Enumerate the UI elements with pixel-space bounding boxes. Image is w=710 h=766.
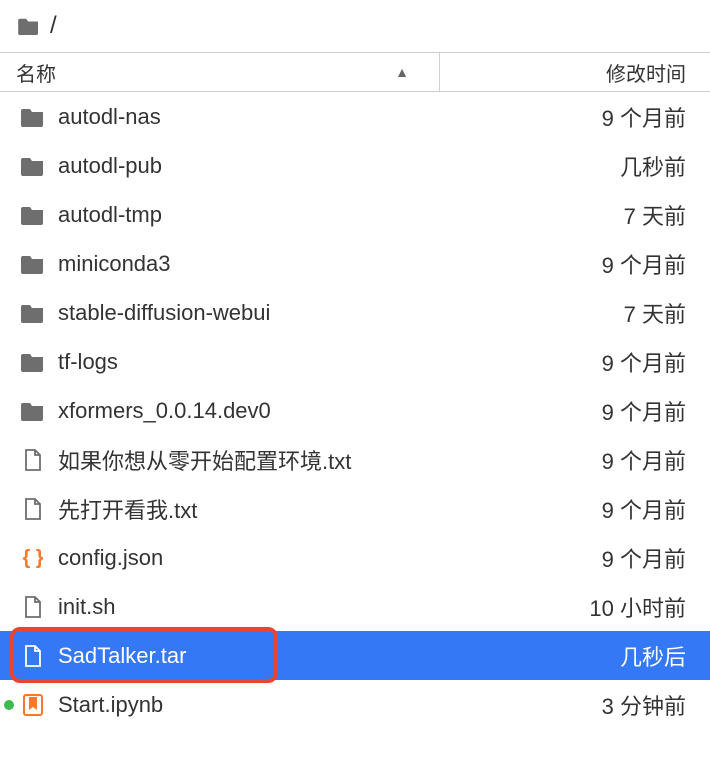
file-row[interactable]: Start.ipynb3 分钟前 [0,680,710,729]
file-row[interactable]: autodl-nas9 个月前 [0,92,710,141]
file-modified-time: 9 个月前 [590,444,686,476]
file-name: 如果你想从零开始配置环境.txt [58,444,590,476]
status-running-icon [4,700,14,710]
file-modified-time: 几秒前 [608,150,686,182]
file-icon [20,594,46,620]
folder-icon [20,251,46,277]
file-icon [20,447,46,473]
file-modified-time: 9 个月前 [590,346,686,378]
folder-icon [20,398,46,424]
file-row[interactable]: autodl-tmp7 天前 [0,190,710,239]
file-row[interactable]: SadTalker.tar几秒后 [0,631,710,680]
column-header-modified[interactable]: 修改时间 [440,53,710,91]
file-row[interactable]: autodl-pub几秒前 [0,141,710,190]
file-name: SadTalker.tar [58,643,608,669]
svg-text:{ }: { } [22,547,43,569]
breadcrumb: / [0,0,710,52]
file-modified-time: 7 天前 [612,199,686,231]
file-row[interactable]: init.sh10 小时前 [0,582,710,631]
file-modified-time: 9 个月前 [590,395,686,427]
file-name: 先打开看我.txt [58,493,590,525]
file-name: xformers_0.0.14.dev0 [58,398,590,424]
file-icon [20,643,46,669]
file-modified-time: 9 个月前 [590,493,686,525]
file-row[interactable]: stable-diffusion-webui7 天前 [0,288,710,337]
file-row[interactable]: xformers_0.0.14.dev09 个月前 [0,386,710,435]
breadcrumb-path[interactable]: / [50,12,57,40]
file-name: stable-diffusion-webui [58,300,612,326]
folder-icon [20,104,46,130]
folder-icon [20,349,46,375]
file-modified-time: 几秒后 [608,640,686,672]
sort-ascending-icon: ▲ [395,64,409,80]
folder-icon [18,17,40,35]
file-name: miniconda3 [58,251,590,277]
file-modified-time: 10 小时前 [577,591,686,623]
file-row[interactable]: 如果你想从零开始配置环境.txt9 个月前 [0,435,710,484]
folder-icon [20,153,46,179]
file-name: config.json [58,545,590,571]
file-modified-time: 9 个月前 [590,542,686,574]
file-row[interactable]: miniconda39 个月前 [0,239,710,288]
file-name: autodl-pub [58,153,608,179]
file-row[interactable]: { } config.json9 个月前 [0,533,710,582]
file-name: init.sh [58,594,577,620]
table-header: 名称 ▲ 修改时间 [0,52,710,92]
file-name: autodl-tmp [58,202,612,228]
file-modified-time: 9 个月前 [590,248,686,280]
column-header-name[interactable]: 名称 ▲ [0,53,440,91]
file-row[interactable]: 先打开看我.txt9 个月前 [0,484,710,533]
file-icon [20,496,46,522]
file-name: autodl-nas [58,104,590,130]
file-row[interactable]: tf-logs9 个月前 [0,337,710,386]
file-modified-time: 7 天前 [612,297,686,329]
folder-icon [20,202,46,228]
file-list: autodl-nas9 个月前autodl-pub几秒前autodl-tmp7 … [0,92,710,729]
file-name: Start.ipynb [58,692,590,718]
folder-icon [20,300,46,326]
file-modified-time: 9 个月前 [590,101,686,133]
file-name: tf-logs [58,349,590,375]
notebook-icon [20,692,46,718]
file-modified-time: 3 分钟前 [590,689,686,721]
json-icon: { } [20,545,46,571]
